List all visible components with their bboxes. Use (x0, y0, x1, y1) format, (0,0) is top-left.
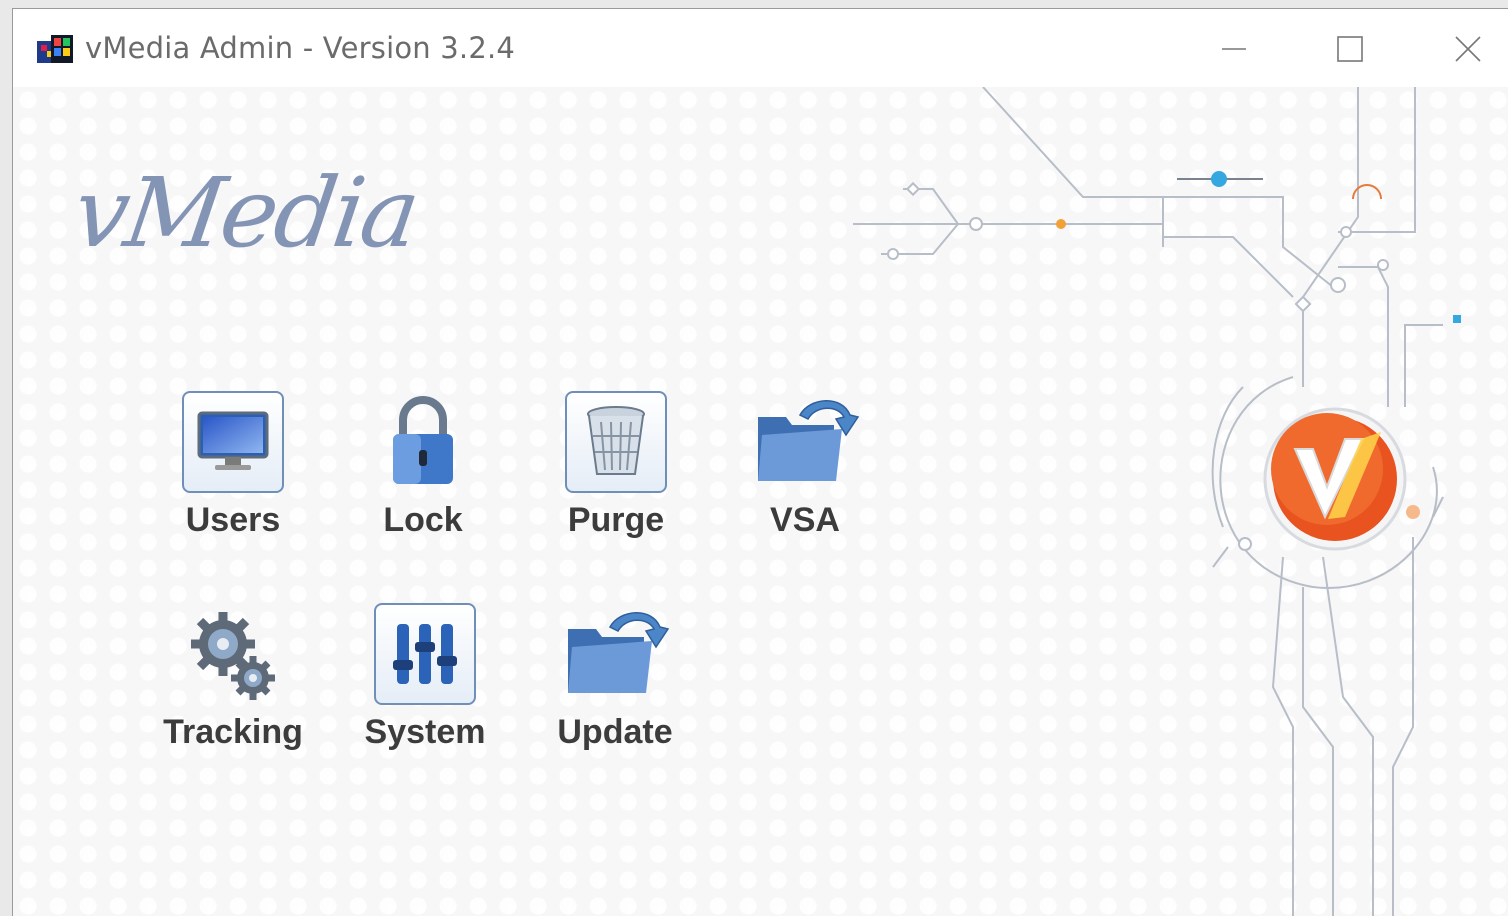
app-icon[interactable] (35, 31, 77, 67)
gears-icon (191, 612, 275, 700)
padlock-icon (393, 396, 453, 484)
folder-arrow-icon (568, 611, 670, 693)
monitor-icon (182, 391, 284, 493)
sliders-icon (374, 603, 476, 705)
minimize-icon (1222, 48, 1246, 50)
product-logo (1263, 407, 1407, 551)
users-launcher[interactable]: Users (153, 387, 313, 547)
system-label: System (364, 713, 486, 751)
tracking-label: Tracking (163, 713, 303, 751)
system-launcher[interactable]: System (345, 599, 505, 759)
maximize-button[interactable] (1325, 27, 1375, 71)
users-label: Users (185, 501, 281, 539)
window-title: vMedia Admin - Version 3.2.4 (85, 31, 516, 65)
minimize-button[interactable] (1209, 27, 1259, 71)
circuit-decoration (853, 87, 1461, 916)
lock-launcher[interactable]: Lock (343, 387, 503, 547)
tracking-launcher[interactable]: Tracking (153, 599, 313, 759)
main-panel: vMedia Users Lock Purge VSA Tracking Sys… (13, 87, 1508, 916)
update-label: Update (557, 713, 673, 751)
folder-arrow-icon (758, 399, 860, 481)
lock-label: Lock (383, 501, 463, 539)
brand-logo: vMedia (67, 157, 424, 269)
purge-label: Purge (567, 501, 665, 539)
maximize-icon (1337, 36, 1363, 62)
purge-launcher[interactable]: Purge (536, 387, 696, 547)
vsa-label: VSA (770, 501, 840, 539)
app-window: vMedia Admin - Version 3.2.4 vMedia User… (12, 8, 1508, 916)
trash-bin-icon (565, 391, 667, 493)
close-icon (1455, 36, 1481, 62)
close-button[interactable] (1443, 27, 1493, 71)
title-bar[interactable]: vMedia Admin - Version 3.2.4 (13, 9, 1508, 87)
update-launcher[interactable]: Update (535, 599, 695, 759)
vsa-launcher[interactable]: VSA (725, 387, 885, 547)
